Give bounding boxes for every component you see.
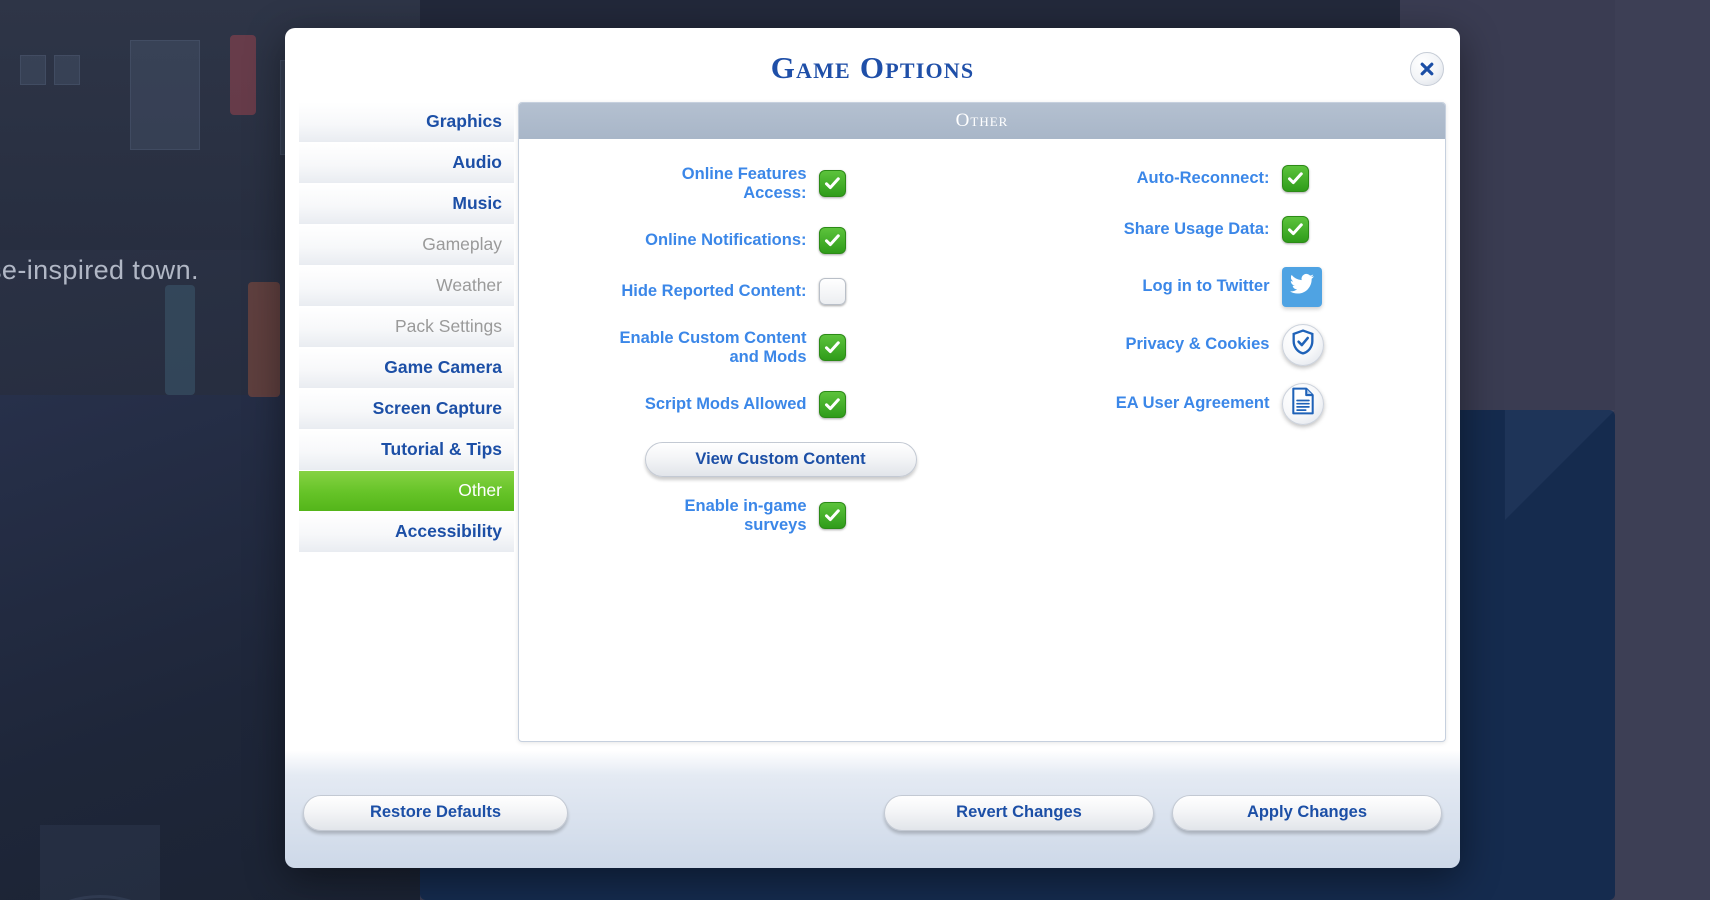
option-label: Enable Custom Content and Mods — [619, 328, 807, 366]
option-control-slot — [1281, 215, 1346, 243]
twitter-bird-icon — [1289, 271, 1315, 302]
sidebar-item-screen-capture[interactable]: Screen Capture — [299, 388, 514, 430]
sidebar-item-label: Screen Capture — [372, 398, 502, 419]
option-row: Log in to Twitter — [982, 266, 1445, 307]
privacy-cookies-button[interactable] — [1281, 323, 1324, 366]
checkbox-checked-icon[interactable] — [818, 334, 846, 362]
checkbox-checked-icon[interactable] — [818, 170, 846, 198]
twitter-login-button[interactable] — [1281, 266, 1322, 307]
document-icon — [1290, 387, 1316, 420]
background-right-edge — [1615, 0, 1710, 900]
background-tower — [40, 825, 160, 900]
option-label: Share Usage Data: — [1123, 219, 1270, 238]
checkbox-checked-icon[interactable] — [818, 502, 846, 530]
background-caption: se-inspired town. — [0, 255, 199, 285]
sidebar-item-label: Other — [458, 480, 502, 501]
close-button[interactable] — [1410, 52, 1444, 86]
sidebar: Graphics Audio Music Gameplay Weather Pack Se… — [299, 101, 514, 758]
option-label: Hide Reported Content: — [621, 281, 807, 300]
game-options-dialog: Game Options Graphics Audio Music Gameplay W… — [285, 28, 1460, 868]
panel-header: Other — [519, 102, 1445, 139]
option-control-slot — [818, 502, 883, 530]
sidebar-item-weather: Weather — [299, 265, 514, 307]
sidebar-item-label: Tutorial & Tips — [381, 439, 502, 460]
view-custom-content-button[interactable]: View Custom Content — [644, 441, 917, 477]
revert-changes-button[interactable]: Revert Changes — [884, 794, 1154, 831]
sidebar-item-label: Audio — [452, 152, 502, 173]
option-control-slot — [818, 170, 883, 198]
options-column-left: Online Features Access: Online Notificati… — [519, 165, 982, 741]
options-grid: Online Features Access: Online Notificati… — [519, 139, 1445, 741]
option-row: Online Features Access: — [519, 165, 982, 203]
option-control-slot — [818, 390, 883, 418]
option-label: Privacy & Cookies — [1125, 335, 1270, 354]
shield-check-icon — [1289, 328, 1317, 361]
close-x-icon — [1417, 59, 1437, 79]
option-label: Log in to Twitter — [1142, 277, 1270, 296]
page-title: Game Options — [770, 50, 975, 85]
option-control-slot — [1281, 164, 1346, 192]
sidebar-item-audio[interactable]: Audio — [299, 142, 514, 184]
sidebar-item-label: Pack Settings — [395, 316, 502, 337]
apply-changes-button[interactable]: Apply Changes — [1172, 794, 1442, 831]
option-label: Online Features Access: — [681, 164, 807, 202]
option-label: Enable in-game surveys — [684, 496, 807, 534]
checkbox-unchecked-icon[interactable] — [818, 277, 846, 305]
sidebar-item-label: Music — [452, 193, 502, 214]
sidebar-item-label: Graphics — [426, 111, 502, 132]
option-label: EA User Agreement — [1115, 394, 1270, 413]
option-control-slot — [818, 226, 883, 254]
options-column-right: Auto-Reconnect: Share Usage Data: Log in t… — [982, 164, 1445, 741]
background-arch — [0, 895, 200, 900]
option-row: Enable in-game surveys — [519, 497, 982, 535]
sidebar-item-label: Game Camera — [384, 357, 502, 378]
sidebar-item-tutorial-tips[interactable]: Tutorial & Tips — [299, 429, 514, 471]
option-label: Online Notifications: — [645, 230, 807, 249]
options-panel: Other Online Features Access: Online Noti… — [518, 101, 1446, 742]
dialog-body: Graphics Audio Music Gameplay Weather Pack Se… — [285, 101, 1460, 758]
option-control-slot — [1281, 323, 1346, 366]
option-control-slot — [1281, 382, 1346, 425]
checkbox-checked-icon[interactable] — [818, 390, 846, 418]
option-row: Script Mods Allowed — [519, 390, 982, 418]
checkbox-checked-icon[interactable] — [818, 226, 846, 254]
sidebar-item-graphics[interactable]: Graphics — [299, 101, 514, 143]
option-control-slot — [818, 334, 883, 362]
option-row: Enable Custom Content and Mods — [519, 329, 982, 367]
sidebar-item-other[interactable]: Other — [299, 470, 514, 512]
option-row: Privacy & Cookies — [982, 323, 1445, 366]
background-sim-figure-2 — [165, 285, 195, 395]
option-control-slot — [818, 277, 883, 305]
sidebar-item-label: Weather — [436, 275, 502, 296]
option-row: Share Usage Data: — [982, 215, 1445, 243]
option-label: Auto-Reconnect: — [1136, 168, 1270, 187]
sidebar-item-accessibility[interactable]: Accessibility — [299, 511, 514, 553]
sidebar-item-game-camera[interactable]: Game Camera — [299, 347, 514, 389]
sidebar-item-label: Accessibility — [395, 521, 502, 542]
sidebar-item-pack-settings: Pack Settings — [299, 306, 514, 348]
footer-right-actions: Revert Changes Apply Changes — [884, 794, 1442, 831]
sidebar-item-music[interactable]: Music — [299, 183, 514, 225]
option-row: EA User Agreement — [982, 382, 1445, 425]
background-sim-figure-3 — [248, 282, 280, 397]
sidebar-item-label: Gameplay — [422, 234, 502, 255]
option-row: Auto-Reconnect: — [982, 164, 1445, 192]
dialog-footer: Restore Defaults Revert Changes Apply Ch… — [285, 758, 1460, 868]
background-sim-figure — [230, 35, 256, 115]
checkbox-checked-icon[interactable] — [1281, 164, 1309, 192]
checkbox-checked-icon[interactable] — [1281, 215, 1309, 243]
option-label: Script Mods Allowed — [644, 394, 807, 413]
option-control-slot — [1281, 266, 1346, 307]
sidebar-item-gameplay: Gameplay — [299, 224, 514, 266]
option-row: Hide Reported Content: — [519, 277, 982, 305]
restore-defaults-button[interactable]: Restore Defaults — [303, 794, 568, 831]
ea-user-agreement-button[interactable] — [1281, 382, 1324, 425]
option-row: Online Notifications: — [519, 226, 982, 254]
view-custom-content-row: View Custom Content — [519, 441, 982, 477]
